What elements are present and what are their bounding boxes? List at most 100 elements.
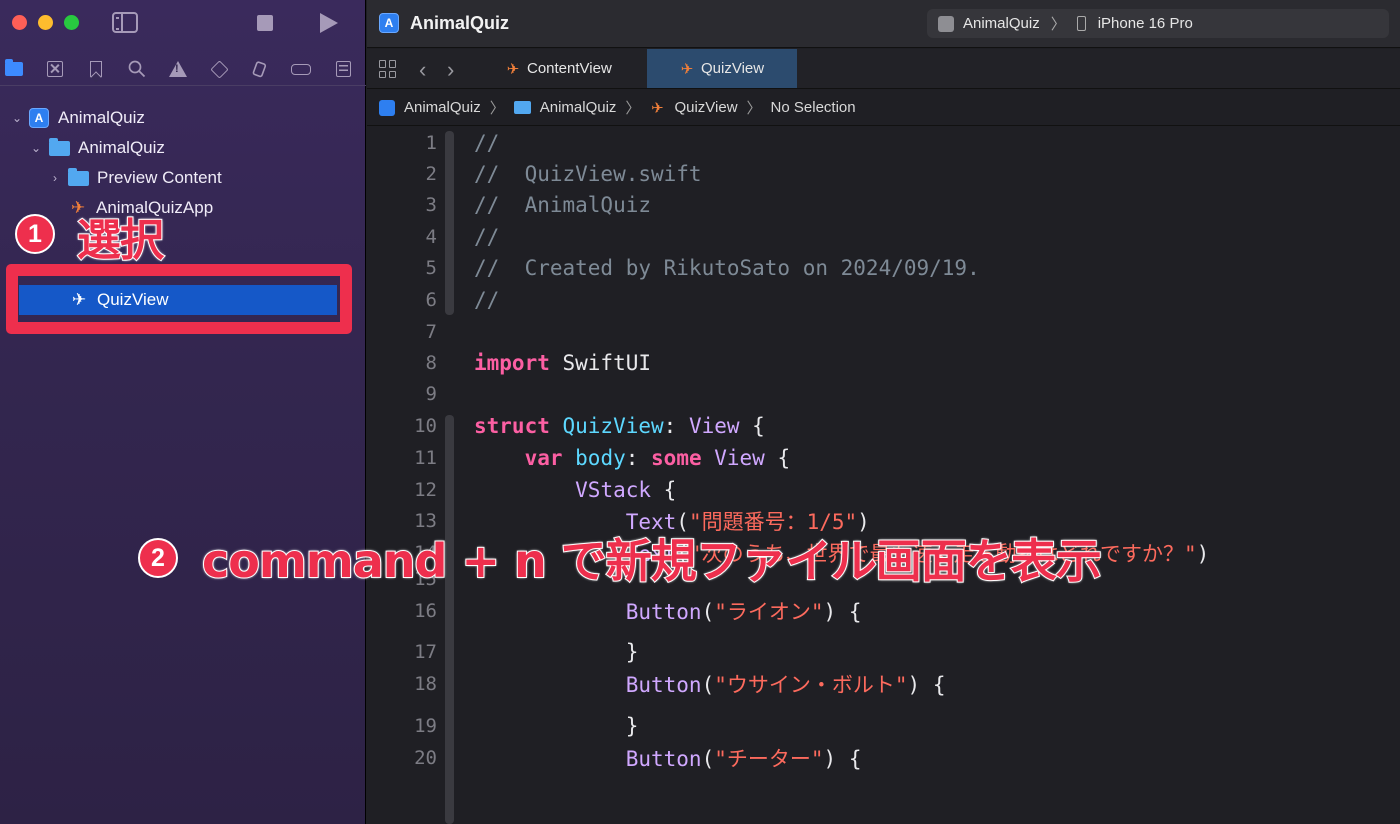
- code-line[interactable]: 5 // Created by RikutoSato on 2024/09/19.: [367, 252, 1400, 284]
- code-token: {: [739, 414, 765, 438]
- toggle-sidebar-icon[interactable]: [112, 12, 138, 33]
- bookmark-navigator-icon[interactable]: [86, 59, 106, 79]
- code-token: //: [474, 288, 500, 312]
- report-navigator-icon[interactable]: [333, 59, 353, 79]
- code-line[interactable]: 16 Button("ライオン") {: [367, 595, 1400, 627]
- line-number: 4: [425, 226, 437, 248]
- close-window-button[interactable]: [12, 15, 27, 30]
- forward-arrow-icon[interactable]: ›: [447, 57, 454, 83]
- scheme-selector[interactable]: AnimalQuiz 〉 iPhone 16 Pro: [927, 9, 1389, 38]
- find-navigator-icon[interactable]: [127, 59, 147, 79]
- tab-contentview[interactable]: ✈ ContentView: [473, 49, 646, 88]
- debug-navigator-icon[interactable]: [250, 59, 270, 79]
- code-token: Button: [625, 673, 702, 697]
- code-token: View: [701, 446, 765, 470]
- jump-bar-item[interactable]: QuizView: [674, 99, 737, 116]
- code-token: // Created by RikutoSato on 2024/09/19.: [474, 256, 980, 280]
- project-navigator-icon[interactable]: [4, 59, 24, 79]
- code-line[interactable]: 20 Button("チーター") {: [367, 742, 1400, 774]
- window-toolbar: A AnimalQuiz AnimalQuiz 〉 iPhone 16 Pro: [367, 0, 1400, 48]
- line-number: 2: [425, 163, 437, 185]
- code-token: (: [701, 747, 715, 771]
- code-token: // AnimalQuiz: [474, 193, 652, 217]
- tree-item-preview-content[interactable]: › Preview Content: [0, 164, 366, 192]
- code-token: {: [764, 446, 791, 470]
- scheme-device[interactable]: iPhone 16 Pro: [1098, 15, 1193, 32]
- chevron-down-icon[interactable]: ⌄: [10, 111, 24, 125]
- selection-highlight-frame: [6, 264, 352, 334]
- jump-bar-item[interactable]: No Selection: [771, 99, 856, 116]
- chevron-right-icon[interactable]: ›: [48, 171, 62, 185]
- code-text: //: [474, 288, 499, 312]
- code-line[interactable]: 4 //: [367, 221, 1400, 253]
- jump-bar-item[interactable]: AnimalQuiz: [404, 99, 481, 116]
- code-text: }: [474, 640, 639, 664]
- code-token: (: [701, 600, 715, 624]
- issue-navigator-icon[interactable]: [168, 59, 188, 79]
- code-token: some: [651, 446, 702, 470]
- run-icon[interactable]: [320, 13, 338, 33]
- step-1-label: 選択: [76, 214, 165, 267]
- code-token: // QuizView.swift: [474, 162, 702, 186]
- source-editor[interactable]: 1 // 2 // QuizView.swift 3 // AnimalQuiz 4 // 5 /…: [367, 127, 1400, 824]
- jump-bar-item[interactable]: AnimalQuiz: [540, 99, 617, 116]
- line-number: 3: [425, 194, 437, 216]
- code-line[interactable]: 9: [367, 378, 1400, 410]
- code-line[interactable]: 11 var body: some View {: [367, 442, 1400, 474]
- tree-item-project[interactable]: ⌄ A AnimalQuiz: [0, 104, 366, 132]
- code-line[interactable]: 1 //: [367, 127, 1400, 159]
- zoom-window-button[interactable]: [64, 15, 79, 30]
- chevron-right-icon: 〉: [489, 100, 505, 117]
- line-number: 18: [414, 673, 437, 695]
- stop-icon[interactable]: [257, 15, 273, 31]
- code-line[interactable]: 7: [367, 316, 1400, 348]
- navigator-sidebar: ⌄ A AnimalQuiz ⌄ AnimalQuiz › Preview Co…: [0, 0, 366, 824]
- code-token: body: [562, 446, 626, 470]
- xcode-project-icon: A: [379, 13, 399, 33]
- test-navigator-icon[interactable]: [209, 59, 229, 79]
- code-token: SwiftUI: [549, 351, 652, 375]
- chevron-down-icon[interactable]: ⌄: [29, 141, 43, 155]
- code-line[interactable]: 2 // QuizView.swift: [367, 158, 1400, 190]
- jump-bar: AnimalQuiz 〉 AnimalQuiz 〉 ✈ QuizView 〉 N…: [367, 90, 1400, 126]
- code-line[interactable]: 17 }: [367, 636, 1400, 668]
- chevron-right-icon: 〉: [1050, 16, 1066, 33]
- code-text: //: [474, 131, 499, 155]
- editor-tab-bar: ‹ › ✈ ContentView ✈ QuizView: [367, 49, 1400, 89]
- code-token: VStack: [575, 478, 652, 502]
- code-text: VStack {: [474, 478, 676, 502]
- code-line[interactable]: 18 Button("ウサイン・ボルト") {: [367, 668, 1400, 700]
- code-token: Button: [625, 747, 702, 771]
- tab-quizview[interactable]: ✈ QuizView: [647, 49, 797, 88]
- folder-icon: [68, 167, 89, 186]
- back-arrow-icon[interactable]: ‹: [419, 57, 426, 83]
- tree-item-label: AnimalQuiz: [78, 138, 165, 157]
- code-text: // QuizView.swift: [474, 162, 702, 186]
- chevron-right-icon: 〉: [746, 100, 762, 117]
- related-items-grid-icon[interactable]: [379, 60, 397, 78]
- line-number: 10: [414, 415, 437, 437]
- folder-icon: [49, 137, 70, 156]
- code-token: (: [701, 673, 715, 697]
- breakpoint-navigator-icon[interactable]: [291, 59, 311, 79]
- tree-item-group[interactable]: ⌄ AnimalQuiz: [0, 134, 366, 162]
- code-token: :: [663, 414, 689, 438]
- code-line[interactable]: 10 struct QuizView: View {: [367, 410, 1400, 442]
- code-line[interactable]: 19 }: [367, 710, 1400, 742]
- step-1-badge: 1: [15, 214, 55, 254]
- code-line[interactable]: 8 import SwiftUI: [367, 347, 1400, 379]
- code-token: "ウサイン・ボルト": [714, 673, 908, 697]
- step-2-badge: 2: [138, 538, 178, 578]
- code-text: var body: some View {: [474, 446, 791, 470]
- code-line[interactable]: 3 // AnimalQuiz: [367, 189, 1400, 221]
- scheme-icon: [938, 15, 954, 32]
- tree-item-app[interactable]: ✈ AnimalQuizApp: [0, 194, 366, 222]
- window-title: AnimalQuiz: [410, 13, 510, 33]
- minimize-window-button[interactable]: [38, 15, 53, 30]
- code-line[interactable]: 12 VStack {: [367, 474, 1400, 506]
- code-line[interactable]: 6 //: [367, 284, 1400, 316]
- code-text: Button("チーター") {: [474, 743, 862, 773]
- source-control-navigator-icon[interactable]: [45, 59, 65, 79]
